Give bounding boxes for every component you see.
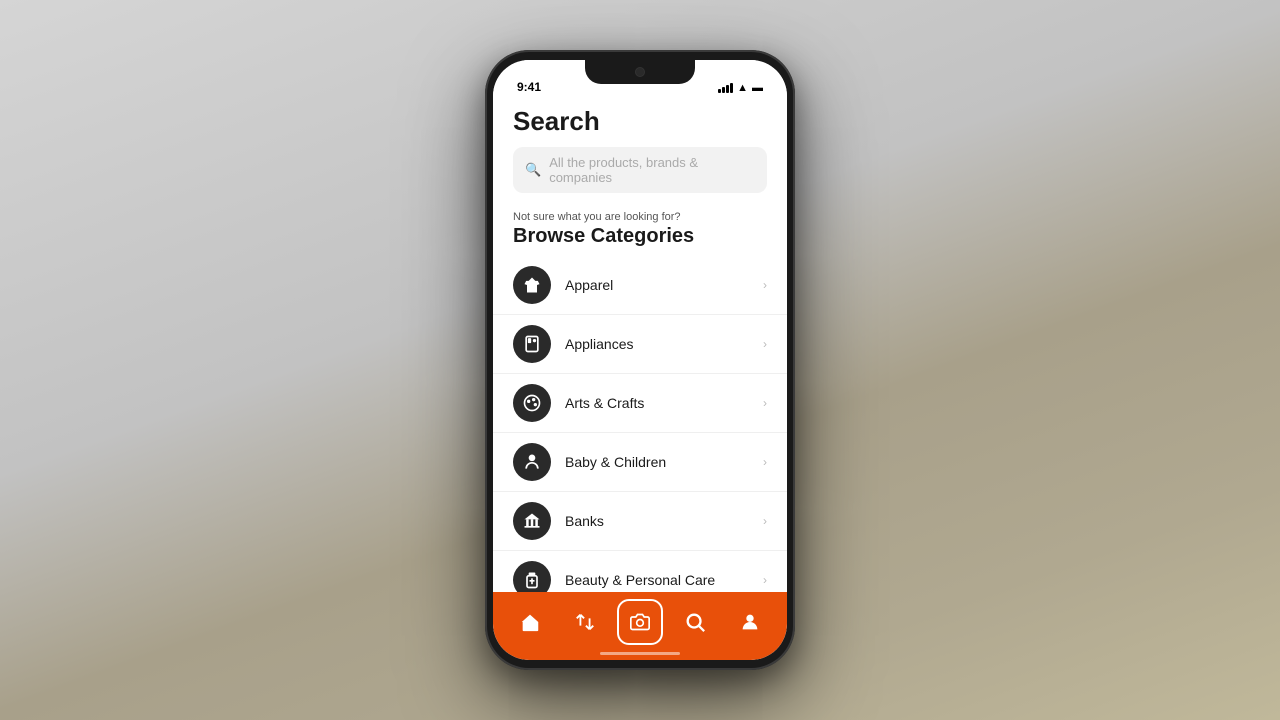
swap-icon	[574, 611, 596, 633]
category-item-beauty[interactable]: Beauty & Personal Care ›	[493, 551, 787, 592]
banks-chevron: ›	[763, 514, 767, 528]
nav-profile[interactable]	[728, 600, 772, 644]
bottom-navigation	[493, 592, 787, 660]
nav-camera[interactable]	[617, 599, 663, 645]
baby-label: Baby & Children	[565, 454, 763, 470]
category-item-arts[interactable]: Arts & Crafts ›	[493, 374, 787, 433]
arts-icon	[513, 384, 551, 422]
search-nav-icon	[684, 611, 706, 633]
category-item-appliances[interactable]: Appliances ›	[493, 315, 787, 374]
banks-label: Banks	[565, 513, 763, 529]
apparel-icon	[513, 266, 551, 304]
appliances-icon	[513, 325, 551, 363]
home-icon	[519, 611, 541, 633]
nav-search[interactable]	[673, 600, 717, 644]
page-header: Search 🔍 All the products, brands & comp…	[493, 98, 787, 201]
main-content: Search 🔍 All the products, brands & comp…	[493, 98, 787, 592]
phone-device: 9:41 ▲ ▬ Search 🔍	[485, 50, 795, 670]
arts-chevron: ›	[763, 396, 767, 410]
phone-notch	[585, 60, 695, 84]
category-item-baby[interactable]: Baby & Children ›	[493, 433, 787, 492]
profile-icon	[739, 611, 761, 633]
browse-title: Browse Categories	[513, 225, 767, 248]
search-icon: 🔍	[525, 162, 541, 178]
appliances-label: Appliances	[565, 336, 763, 352]
arts-label: Arts & Crafts	[565, 395, 763, 411]
baby-icon	[513, 443, 551, 481]
wifi-icon: ▲	[737, 82, 748, 94]
nav-swap[interactable]	[563, 600, 607, 644]
browse-subtitle: Not sure what you are looking for?	[513, 211, 767, 223]
camera-icon	[630, 612, 650, 632]
category-item-banks[interactable]: Banks ›	[493, 492, 787, 551]
category-list: Apparel › Appliances ›	[493, 256, 787, 592]
status-time: 9:41	[517, 80, 541, 94]
front-camera	[635, 67, 645, 77]
baby-chevron: ›	[763, 455, 767, 469]
apparel-label: Apparel	[565, 277, 763, 293]
scene: 9:41 ▲ ▬ Search 🔍	[0, 0, 1280, 720]
search-bar[interactable]: 🔍 All the products, brands & companies	[513, 147, 767, 193]
beauty-icon	[513, 561, 551, 592]
phone-screen: 9:41 ▲ ▬ Search 🔍	[493, 60, 787, 660]
home-indicator	[600, 652, 680, 655]
apparel-chevron: ›	[763, 278, 767, 292]
status-icons: ▲ ▬	[718, 82, 763, 94]
appliances-chevron: ›	[763, 337, 767, 351]
beauty-label: Beauty & Personal Care	[565, 572, 763, 588]
beauty-chevron: ›	[763, 573, 767, 587]
battery-icon: ▬	[752, 82, 763, 94]
signal-icon	[718, 83, 733, 93]
banks-icon	[513, 502, 551, 540]
nav-home[interactable]	[508, 600, 552, 644]
browse-section-header: Not sure what you are looking for? Brows…	[493, 201, 787, 256]
category-item-apparel[interactable]: Apparel ›	[493, 256, 787, 315]
search-input-placeholder: All the products, brands & companies	[549, 155, 755, 185]
page-title: Search	[513, 106, 767, 137]
